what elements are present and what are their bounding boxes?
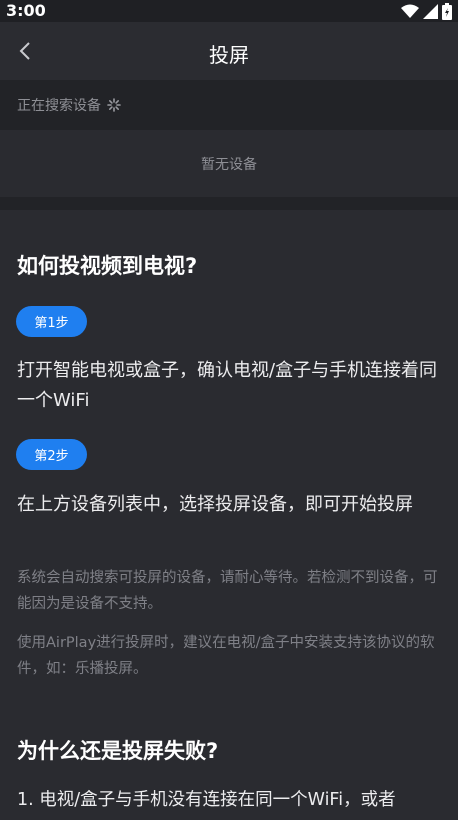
searching-label: 正在搜索设备 bbox=[17, 98, 101, 114]
page-title: 投屏 bbox=[209, 43, 249, 67]
fail-reason-1: 1. 电视/盒子与手机没有连接在同一个WiFi，或者 bbox=[17, 790, 396, 810]
top-navbar: 投屏 bbox=[0, 22, 458, 80]
step-1-text: 打开智能电视或盒子，确认电视/盒子与手机连接着同一个WiFi bbox=[17, 360, 438, 411]
device-list: 暂无设备 bbox=[0, 130, 458, 197]
fail-title: 为什么还是投屏失败? bbox=[17, 739, 219, 763]
how-to-title: 如何投视频到电视? bbox=[17, 254, 198, 278]
note-airplay: 使用AirPlay进行投屏时，建议在电视/盒子中安装支持该协议的软件，如：乐播投… bbox=[17, 635, 435, 677]
status-icons bbox=[401, 2, 452, 20]
step-1-badge: 第1步 bbox=[16, 306, 87, 337]
step-2-badge: 第2步 bbox=[16, 439, 87, 470]
status-bar: 3:00 bbox=[0, 0, 458, 22]
empty-device-label: 暂无设备 bbox=[201, 156, 257, 173]
device-search-section: 正在搜索设备 暂无设备 bbox=[0, 80, 458, 210]
signal-icon bbox=[423, 3, 438, 19]
wifi-icon bbox=[401, 4, 419, 18]
loading-spinner-icon bbox=[107, 98, 121, 112]
status-time: 3:00 bbox=[6, 1, 46, 20]
battery-icon bbox=[442, 2, 452, 20]
searching-status: 正在搜索设备 bbox=[0, 80, 458, 130]
step-2-text: 在上方设备列表中，选择投屏设备，即可开始投屏 bbox=[17, 494, 413, 515]
help-section: 如何投视频到电视? 第1步 打开智能电视或盒子，确认电视/盒子与手机连接着同一个… bbox=[0, 210, 458, 820]
note-auto-search: 系统会自动搜索可投屏的设备，请耐心等待。若检测不到设备，可能因为是设备不支持。 bbox=[17, 570, 438, 612]
